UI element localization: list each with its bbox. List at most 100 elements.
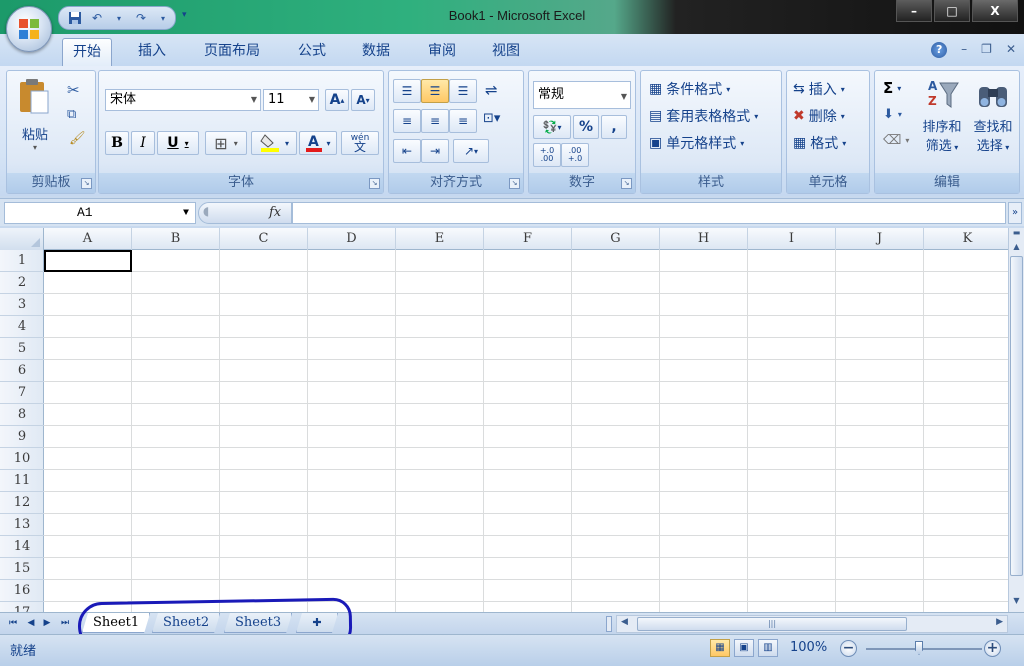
tab-view[interactable]: 视图 <box>482 38 530 66</box>
borders-button[interactable]: ⊞ ▾ <box>205 131 247 155</box>
align-left-button[interactable]: ≡ <box>393 109 421 133</box>
conditional-formatting-button[interactable]: ▦ 条件格式 ▾ <box>649 79 730 99</box>
cell-styles-button[interactable]: ▣ 单元格样式 ▾ <box>649 133 744 153</box>
increase-decimal-button[interactable]: +.0 .00 <box>533 143 561 167</box>
decrease-decimal-button[interactable]: .00 +.0 <box>561 143 589 167</box>
help-icon[interactable]: ? <box>931 42 948 58</box>
zoom-out-button[interactable]: − <box>840 640 857 657</box>
paste-dropdown-icon[interactable]: ▾ <box>17 143 53 152</box>
selected-cell[interactable] <box>44 250 132 272</box>
page-layout-view-button[interactable]: ▣ <box>734 639 754 657</box>
sheet-tab-3[interactable]: Sheet3 <box>224 613 292 633</box>
tab-formulas[interactable]: 公式 <box>288 38 336 66</box>
alignment-launcher-icon[interactable]: ↘ <box>509 178 520 189</box>
column-header[interactable]: I <box>748 228 836 250</box>
zoom-in-button[interactable]: + <box>984 640 1001 657</box>
orientation-button[interactable]: ↗ ▾ <box>453 139 489 163</box>
column-header[interactable]: F <box>484 228 572 250</box>
wrap-text-icon[interactable]: ⇌ <box>485 81 498 99</box>
column-header[interactable]: G <box>572 228 660 250</box>
number-launcher-icon[interactable]: ↘ <box>621 178 632 189</box>
align-center-button[interactable]: ≡ <box>421 109 449 133</box>
font-launcher-icon[interactable]: ↘ <box>369 178 380 189</box>
grow-font-button[interactable]: A ▴ <box>325 89 349 111</box>
align-top-button[interactable]: ☰ <box>393 79 421 103</box>
ribbon-minimize-icon[interactable]: – <box>961 42 967 58</box>
column-header[interactable]: C <box>220 228 308 250</box>
column-header[interactable]: K <box>924 228 1008 250</box>
page-break-view-button[interactable]: ▥ <box>758 639 778 657</box>
phonetic-button[interactable]: wén 文 <box>341 131 379 155</box>
first-sheet-icon[interactable]: ⏮ <box>6 616 20 630</box>
font-size-combo[interactable]: 11 ▼ <box>263 89 319 111</box>
column-header[interactable]: A <box>44 228 132 250</box>
column-header[interactable]: D <box>308 228 396 250</box>
merge-center-icon[interactable]: ⊡▾ <box>483 111 500 126</box>
font-name-combo[interactable]: 宋体 ▼ <box>105 89 261 111</box>
office-button[interactable] <box>6 6 52 52</box>
row-header[interactable]: 17 <box>0 602 44 612</box>
sort-filter-button[interactable]: A Z 排序和 筛选 ▾ <box>919 77 965 154</box>
align-bottom-button[interactable]: ☰ <box>449 79 477 103</box>
row-header[interactable]: 13 <box>0 514 44 536</box>
name-box[interactable]: A1 ▼ <box>4 202 196 224</box>
redo-icon[interactable]: ↷ <box>133 10 149 26</box>
select-all-button[interactable] <box>0 228 44 250</box>
cut-icon[interactable]: ✂ <box>67 81 80 99</box>
dropdown-arrow-icon[interactable]: ▼ <box>183 204 189 224</box>
autosum-button[interactable]: Σ ▾ <box>883 79 901 97</box>
vertical-scrollbar[interactable]: ▬ ▲ ▼ <box>1008 228 1024 612</box>
italic-button[interactable]: I <box>131 131 155 155</box>
split-box-icon[interactable]: ▬ <box>1010 228 1023 240</box>
underline-button[interactable]: U ▾ <box>157 131 199 155</box>
row-header[interactable]: 7 <box>0 382 44 404</box>
format-cells-button[interactable]: ▦ 格式 ▾ <box>793 133 846 153</box>
row-header[interactable]: 12 <box>0 492 44 514</box>
comma-button[interactable]: , <box>601 115 627 139</box>
align-middle-button[interactable]: ☰ <box>421 79 449 103</box>
zoom-level[interactable]: 100% <box>790 640 827 655</box>
tab-home[interactable]: 开始 <box>62 38 112 66</box>
tab-data[interactable]: 数据 <box>352 38 400 66</box>
horizontal-scroll-thumb[interactable]: ||| <box>637 617 907 631</box>
fill-color-button[interactable]: ▾ <box>251 131 297 155</box>
row-header[interactable]: 2 <box>0 272 44 294</box>
row-header[interactable]: 6 <box>0 360 44 382</box>
clipboard-launcher-icon[interactable]: ↘ <box>81 178 92 189</box>
delete-cells-button[interactable]: ✖ 删除 ▾ <box>793 106 845 126</box>
tab-page-layout[interactable]: 页面布局 <box>194 38 270 66</box>
shrink-font-button[interactable]: A ▾ <box>351 89 375 111</box>
percent-button[interactable]: % <box>573 115 599 139</box>
row-header[interactable]: 10 <box>0 448 44 470</box>
prev-sheet-icon[interactable]: ◀ <box>24 616 38 630</box>
customize-qat-icon[interactable]: ▾ <box>182 10 194 24</box>
scroll-left-icon[interactable]: ◀ <box>621 617 628 627</box>
sheet-tab-1[interactable]: Sheet1 <box>82 613 150 633</box>
insert-cells-button[interactable]: ⇆ 插入 ▾ <box>793 79 845 99</box>
formula-input[interactable] <box>292 202 1006 224</box>
save-icon[interactable] <box>67 10 83 26</box>
number-format-combo[interactable]: 常规 ▼ <box>533 81 631 109</box>
row-header[interactable]: 4 <box>0 316 44 338</box>
next-sheet-icon[interactable]: ▶ <box>40 616 54 630</box>
font-color-button[interactable]: A ▾ <box>299 131 337 155</box>
horizontal-scrollbar[interactable]: ◀ ||| ▶ <box>616 615 1008 633</box>
sheet-tab-2[interactable]: Sheet2 <box>152 613 220 633</box>
dropdown-arrow-icon[interactable]: ▾ <box>111 10 127 26</box>
expand-formula-bar-icon[interactable]: » <box>1008 202 1022 224</box>
row-header[interactable]: 8 <box>0 404 44 426</box>
minimize-button[interactable]: – <box>896 0 932 22</box>
find-select-button[interactable]: 查找和 选择 ▾ <box>969 77 1017 154</box>
ribbon-close-icon[interactable]: ✕ <box>1006 42 1016 58</box>
scroll-up-icon[interactable]: ▲ <box>1010 242 1023 254</box>
tab-split-handle[interactable] <box>606 616 612 632</box>
tab-review[interactable]: 审阅 <box>418 38 466 66</box>
zoom-slider-thumb[interactable] <box>915 641 923 655</box>
column-header[interactable]: E <box>396 228 484 250</box>
maximize-button[interactable]: □ <box>934 0 970 22</box>
dropdown-arrow-icon[interactable]: ▾ <box>155 10 171 26</box>
close-button[interactable]: X <box>972 0 1018 22</box>
paste-button[interactable]: 粘贴 ▾ <box>17 77 53 152</box>
format-as-table-button[interactable]: ▤ 套用表格格式 ▾ <box>649 106 758 126</box>
row-header[interactable]: 1 <box>0 250 44 272</box>
